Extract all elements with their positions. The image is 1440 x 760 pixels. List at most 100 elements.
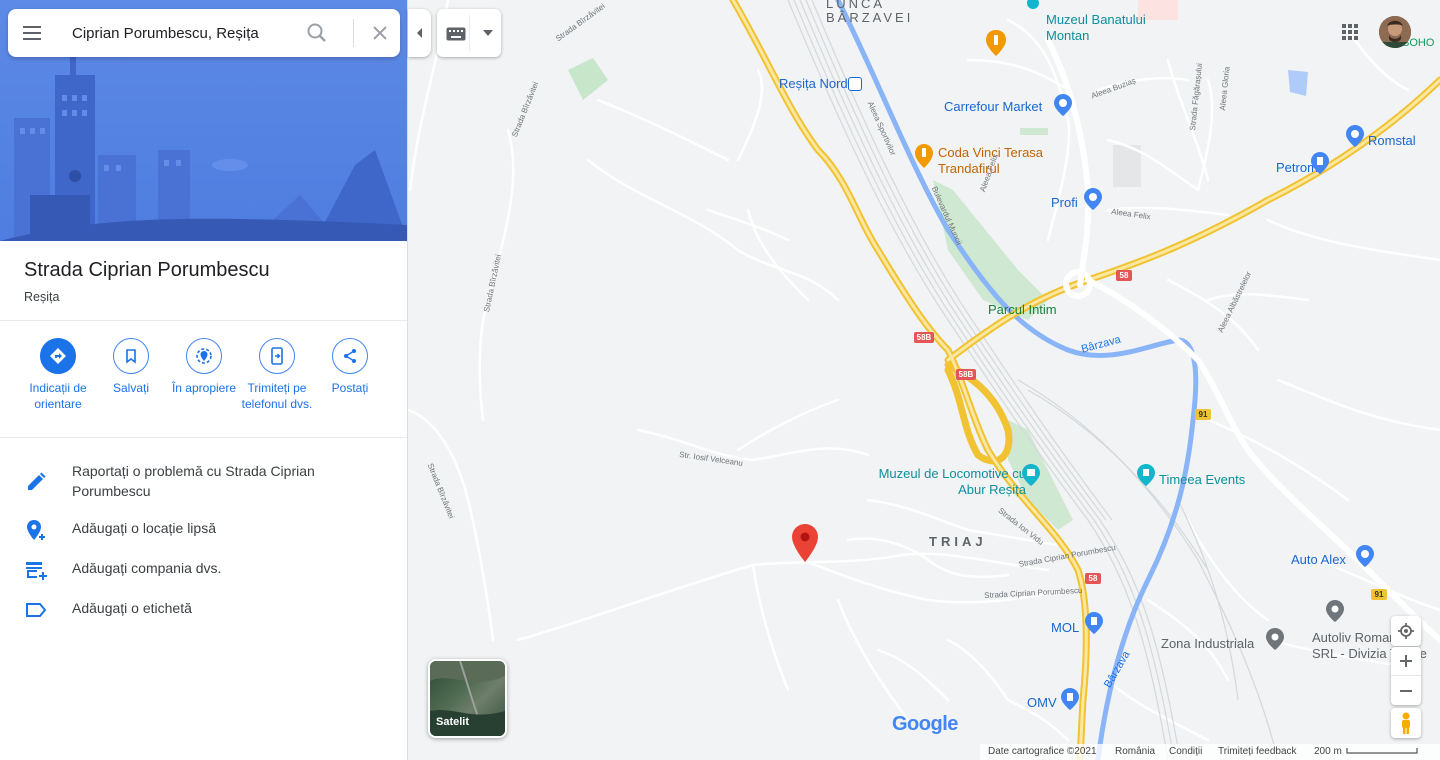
poi-omv-label[interactable]: OMV (1027, 695, 1057, 710)
poi-profi-pin[interactable] (1084, 188, 1102, 215)
zoom-controls (1391, 647, 1421, 705)
report-problem-row[interactable]: Raportați o problemă cu Strada Ciprian P… (0, 463, 407, 514)
selected-location-pin[interactable] (792, 524, 818, 567)
directions-label: Indicații de orientare (29, 381, 87, 411)
poi-muzeul-banatului-label[interactable]: Muzeul Banatului Montan (1046, 12, 1166, 44)
poi-coda-vinci-pin[interactable] (915, 144, 933, 173)
event-pin-icon (1137, 464, 1155, 486)
poi-zona-industriala-label[interactable]: Zona Industriala (1161, 636, 1254, 651)
route-shield-91: 91 (1374, 590, 1384, 599)
save-label: Salvați (112, 381, 150, 395)
restaurant-pin-icon (986, 30, 1006, 56)
poi-timeea-pin[interactable] (1137, 464, 1155, 491)
route-shield-58: 58 (1088, 574, 1098, 583)
save-button[interactable]: Salvați (91, 338, 171, 396)
poi-zona-industriala-pin[interactable] (1266, 628, 1284, 655)
poi-timeea-label[interactable]: Timeea Events (1159, 472, 1245, 487)
poi-muzeul-locomotive-label[interactable]: Muzeul de Locomotive cu Abur Reșița (876, 466, 1026, 498)
feedback-link[interactable]: Trimiteți feedback (1218, 746, 1297, 757)
share-icon-circle (332, 338, 368, 374)
shopping-pin-icon (1054, 94, 1072, 116)
share-button[interactable]: Postați (310, 338, 390, 396)
poi-mol-pin[interactable] (1085, 612, 1103, 639)
close-icon (373, 26, 387, 40)
search-divider (353, 19, 354, 47)
clear-search-button[interactable] (368, 21, 392, 45)
add-business-row[interactable]: Adăugați compania dvs. (0, 558, 407, 584)
divider (0, 437, 407, 438)
avatar-photo (1379, 16, 1411, 48)
poi-auto-alex-pin[interactable] (1356, 545, 1374, 572)
directions-icon (50, 348, 66, 364)
map-graphics (408, 0, 1440, 760)
directions-icon-circle (40, 338, 76, 374)
caret-down-icon (483, 30, 493, 36)
country-link[interactable]: România (1115, 746, 1155, 757)
poi-coda-vinci-label[interactable]: Coda Vinci Terasa Trandafirul (938, 145, 1078, 177)
gas-station-pin-icon (1311, 152, 1329, 174)
divider (0, 320, 407, 321)
my-location-icon (1398, 623, 1414, 639)
poi-parcul-intim-label[interactable]: Parcul Intim (988, 302, 1057, 317)
search-icon (307, 23, 326, 42)
input-tools-button[interactable] (437, 9, 501, 57)
poi-profi-label[interactable]: Profi (1051, 195, 1078, 210)
scale-bar (1346, 748, 1418, 754)
museum-pin-icon (1022, 464, 1040, 486)
museum-pin-icon (1027, 0, 1039, 9)
account-avatar[interactable] (1379, 16, 1411, 48)
nearby-icon (196, 348, 212, 364)
gas-station-pin-icon (1085, 612, 1103, 634)
poi-carrefour-pin[interactable] (1054, 94, 1072, 121)
place-pin-icon (1326, 600, 1344, 622)
save-icon-circle (113, 338, 149, 374)
add-label-row[interactable]: Adăugați o etichetă (0, 598, 407, 624)
map-canvas[interactable]: LUNCA BÂRZAVEI TRIAJ Muzeul Banatului Mo… (408, 0, 1440, 760)
maps-app: LUNCA BÂRZAVEI TRIAJ Muzeul Banatului Mo… (0, 0, 1440, 760)
route-shield-58: 58 (1119, 271, 1129, 280)
add-missing-place-label: Adăugați o locație lipsă (72, 520, 216, 536)
side-panel: Strada Ciprian Porumbescu Reșița Indicaț… (0, 0, 408, 760)
zoom-in-button[interactable] (1391, 647, 1421, 676)
poi-omv-pin[interactable] (1061, 688, 1079, 715)
poi-auto-alex-label[interactable]: Auto Alex (1291, 552, 1346, 567)
search-input[interactable] (72, 21, 302, 45)
street-view-pegman[interactable] (1391, 708, 1421, 738)
send-to-phone-button[interactable]: Trimiteți pe telefonul dvs. (237, 338, 317, 412)
apps-grid-icon (1342, 24, 1358, 40)
add-missing-place-row[interactable]: Adăugați o locație lipsă (0, 518, 407, 544)
satellite-label: Satelit (436, 716, 470, 728)
hamburger-menu-icon (23, 26, 41, 40)
pegman-icon (1402, 712, 1410, 734)
scale-label[interactable]: 200 m (1314, 746, 1342, 757)
add-label-label: Adăugați o etichetă (72, 600, 192, 616)
poi-autoliv-pin[interactable] (1326, 600, 1344, 627)
poi-carrefour-label[interactable]: Carrefour Market (944, 99, 1042, 114)
search-box (8, 9, 400, 57)
satellite-layer-toggle[interactable]: Satelit (428, 659, 507, 738)
collapse-panel-button[interactable] (408, 9, 431, 57)
poi-resita-nord-label[interactable]: Reșița Nord (779, 76, 848, 91)
zoom-out-button[interactable] (1391, 676, 1421, 705)
label-icon (26, 603, 47, 617)
menu-button[interactable] (20, 21, 44, 45)
red-pin-icon (792, 524, 818, 562)
poi-muzeul-locomotive-pin[interactable] (1022, 464, 1040, 491)
add-location-icon (27, 520, 45, 540)
nearby-button[interactable]: În apropiere (164, 338, 244, 396)
pencil-icon (28, 472, 46, 490)
poi-romstal-pin[interactable] (1346, 125, 1364, 152)
route-shield-58b: 58B (916, 333, 932, 342)
google-apps-button[interactable] (1338, 20, 1362, 44)
my-location-button[interactable] (1391, 616, 1421, 646)
add-business-label: Adăugați compania dvs. (72, 560, 222, 576)
terms-link[interactable]: Condiții (1169, 746, 1202, 757)
search-button[interactable] (304, 20, 330, 46)
poi-romstal-label[interactable]: Romstal (1368, 133, 1416, 148)
directions-button[interactable]: Indicații de orientare (18, 338, 98, 412)
poi-food-pin[interactable] (986, 30, 1006, 61)
poi-petrom-pin[interactable] (1311, 152, 1329, 179)
place-title: Strada Ciprian Porumbescu (24, 259, 270, 281)
poi-mol-label[interactable]: MOL (1051, 620, 1079, 635)
share-label: Postați (331, 381, 369, 395)
